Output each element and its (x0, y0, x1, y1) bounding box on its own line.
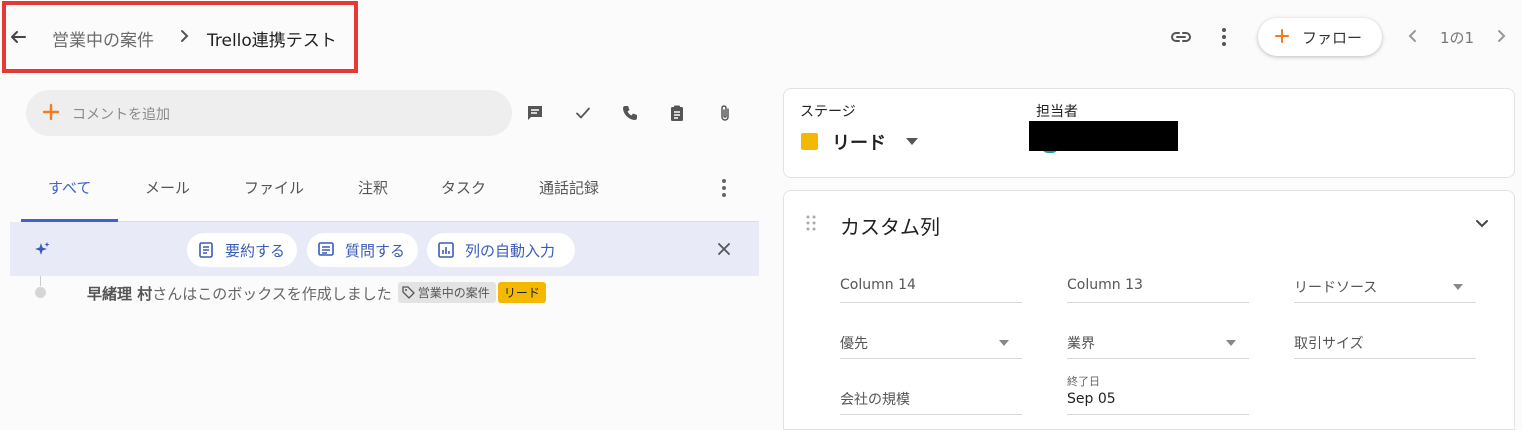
stage-tag: 営業中の案件 (397, 282, 496, 303)
summary-icon (199, 242, 213, 258)
chevron-down-icon[interactable] (1474, 215, 1490, 231)
field-value: Sep 05 (1067, 391, 1116, 407)
field-label: Column 14 (840, 277, 916, 293)
plus-icon (1275, 29, 1289, 43)
field-column-14[interactable]: Column 14 (840, 259, 1022, 303)
caret-down-icon (1453, 284, 1463, 290)
back-arrow-icon[interactable] (9, 28, 27, 46)
tab-call-logs[interactable]: 通話記録 (539, 177, 599, 198)
pagination-count: 1の1 (1440, 29, 1475, 47)
activity-entry: 早緒理 村さんはこのボックスを作成しました 営業中の案件 リード (87, 282, 546, 304)
breadcrumb-parent[interactable]: 営業中の案件 (52, 26, 154, 51)
tab-mail[interactable]: メール (145, 177, 190, 198)
stage-label: ステージ (800, 104, 856, 120)
follow-button[interactable]: ファロー (1258, 18, 1382, 56)
lead-tag: リード (497, 282, 546, 303)
field-priority[interactable]: 優先 (840, 315, 1022, 359)
autofill-columns-button[interactable]: 列の自動入力 (427, 233, 575, 267)
comment-input[interactable]: コメントを追加 (26, 90, 512, 136)
stage-color-swatch (801, 133, 818, 150)
field-label: 会社の規模 (840, 392, 910, 408)
field-company-size[interactable]: 会社の規模 (840, 371, 1022, 415)
stage-panel: ステージ リード 担当者 (783, 88, 1515, 178)
plus-icon (42, 103, 60, 121)
field-industry[interactable]: 業界 (1067, 315, 1249, 359)
field-lead-source[interactable]: リードソース (1294, 259, 1476, 303)
tab-tasks[interactable]: タスク (441, 177, 486, 198)
owner-label: 担当者 (1036, 104, 1078, 120)
autofill-icon (438, 242, 454, 258)
field-label: 業界 (1067, 336, 1095, 352)
activity-user[interactable]: 早緒理 村 (87, 285, 152, 303)
comment-placeholder: コメントを追加 (72, 107, 170, 123)
custom-columns-panel: カスタム列 Column 14 Column 13 リードソース 優先 業界 取… (783, 190, 1515, 430)
chevron-left-icon[interactable] (1406, 29, 1420, 43)
ask-question-button[interactable]: 質問する (307, 233, 418, 267)
stage-tag-label: 営業中の案件 (417, 286, 490, 300)
follow-label: ファロー (1302, 29, 1363, 47)
timeline-dot (35, 287, 46, 298)
check-icon[interactable] (574, 104, 592, 122)
caret-down-icon (999, 340, 1009, 346)
phone-icon[interactable] (621, 104, 639, 122)
stage-select[interactable]: リード (832, 129, 886, 155)
activity-text: さんはこのボックスを作成しました (152, 285, 392, 303)
more-vertical-icon[interactable] (718, 177, 730, 199)
question-icon (318, 242, 334, 256)
drag-handle-icon[interactable] (806, 215, 816, 231)
tab-all[interactable]: すべて (48, 177, 91, 198)
clipboard-icon[interactable] (668, 104, 686, 122)
tab-notes[interactable]: 注釈 (358, 177, 388, 198)
tag-icon (402, 286, 415, 299)
link-icon[interactable] (1170, 27, 1192, 47)
summarize-label: 要約する (225, 242, 286, 260)
chevron-right-icon[interactable] (1494, 29, 1508, 43)
field-label: 優先 (840, 336, 868, 352)
field-label: 取引サイズ (1294, 336, 1364, 352)
ai-actions-bar: 要約する 質問する 列の自動入力 (10, 222, 759, 276)
sparkle-icon (35, 242, 50, 255)
breadcrumb-current: Trello連携テスト (207, 31, 337, 51)
custom-columns-title: カスタム列 (840, 215, 940, 239)
caret-down-icon (1226, 340, 1236, 346)
field-label: Column 13 (1067, 277, 1143, 293)
tab-files[interactable]: ファイル (244, 177, 304, 198)
owner-redacted (1029, 121, 1178, 151)
ask-question-label: 質問する (345, 242, 406, 260)
field-deal-size[interactable]: 取引サイズ (1294, 315, 1476, 359)
chat-icon[interactable] (526, 104, 544, 122)
chevron-right-icon (181, 30, 189, 42)
attachment-icon[interactable] (716, 104, 734, 122)
more-vertical-icon[interactable] (1217, 26, 1231, 48)
field-close-date[interactable]: 終了日 Sep 05 (1067, 371, 1249, 415)
timeline-line (40, 276, 41, 286)
field-column-13[interactable]: Column 13 (1067, 259, 1249, 303)
summarize-button[interactable]: 要約する (187, 233, 297, 267)
autofill-columns-label: 列の自動入力 (465, 242, 556, 260)
field-label: リードソース (1294, 280, 1378, 296)
field-label: 終了日 (1067, 375, 1100, 388)
close-icon[interactable] (716, 241, 732, 257)
header: 営業中の案件 Trello連携テスト ファロー 1の1 (0, 0, 1522, 76)
caret-down-icon[interactable] (905, 136, 919, 146)
